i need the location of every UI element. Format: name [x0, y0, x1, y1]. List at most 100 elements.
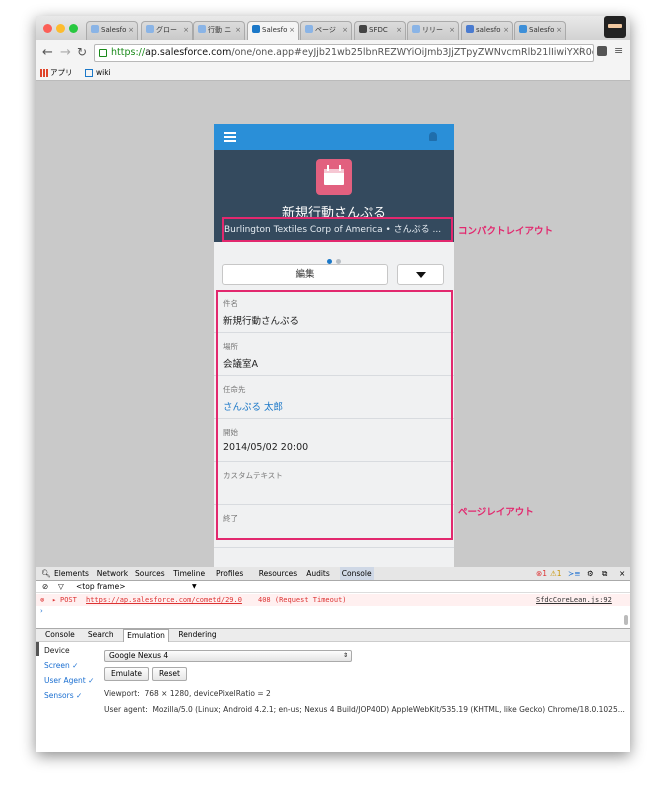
dock-icon[interactable]: ⧉	[602, 567, 607, 580]
browser-tab[interactable]: Salesfo ×	[247, 21, 299, 40]
devtools-panel-audits[interactable]: Audits	[306, 567, 330, 580]
app-header	[214, 124, 454, 150]
devtools-panel-bar: 🔍︎ Elements Network Sources Timeline Profile…	[36, 567, 630, 581]
error-status: 408 (Request Timeout)	[258, 596, 347, 604]
devtools-panel-profiles[interactable]: Profiles	[216, 567, 243, 580]
bookmark-wiki[interactable]: wiki	[96, 66, 111, 80]
error-source-link[interactable]: SfdcCoreLean.js:92	[536, 594, 612, 606]
error-count-badge[interactable]: ⊗ 1	[536, 567, 547, 580]
browser-tab[interactable]: SFDC ×	[354, 21, 406, 40]
url-host: ap.salesforce.com	[145, 47, 232, 58]
tab-close-icon[interactable]: ×	[503, 22, 509, 39]
tab-close-icon[interactable]: ×	[183, 22, 189, 39]
close-devtools-icon[interactable]: ×	[619, 567, 625, 580]
console-drawer-icon[interactable]: ≻≡	[568, 567, 581, 580]
bookmarks-bar: アプリ wiki	[36, 66, 630, 81]
devtools-panel-elements[interactable]: Elements	[54, 567, 89, 580]
settings-gear-icon[interactable]: ⚙	[587, 567, 594, 580]
scrollbar-thumb[interactable]	[624, 615, 628, 625]
tab-label: SFDC	[369, 26, 388, 34]
frame-dropdown-icon[interactable]: ▼	[192, 581, 197, 592]
tab-favicon-icon	[412, 25, 420, 33]
calendar-icon	[316, 159, 352, 195]
forward-arrow-icon[interactable]: →	[60, 45, 71, 60]
drawer-tab-search[interactable]: Search	[85, 629, 117, 641]
browser-tab[interactable]: グロー ×	[141, 21, 193, 40]
search-icon[interactable]: 🔍︎	[41, 567, 51, 580]
tab-favicon-icon	[252, 25, 260, 33]
emulation-sidebar-item[interactable]: Screen ✓	[44, 661, 78, 670]
browser-tab[interactable]: Salesfo ×	[86, 21, 138, 40]
browser-tab[interactable]: リリー ×	[407, 21, 459, 40]
tab-close-icon[interactable]: ×	[396, 22, 402, 39]
tab-strip: Salesfo × グロー × 行動 ニ × Salesfo × ページ × SFDC × リリー × sa…	[36, 16, 630, 40]
tab-label: Salesfo	[101, 26, 127, 34]
devtools-panel-timeline[interactable]: Timeline	[173, 567, 205, 580]
browser-tab[interactable]: salesfo ×	[461, 21, 513, 40]
browser-tab[interactable]: 行動 ニ ×	[193, 21, 245, 40]
tab-close-icon[interactable]: ×	[449, 22, 455, 39]
tab-close-icon[interactable]: ×	[342, 22, 348, 39]
error-url-link[interactable]: https://ap.salesforce.com/cometd/29.0	[86, 594, 242, 606]
devtools-panel-network[interactable]: Network	[97, 567, 128, 580]
page-icon	[85, 69, 93, 77]
bookmark-star-icon[interactable]: ☆	[576, 44, 586, 57]
page-layout-highlight	[216, 290, 453, 540]
tab-favicon-icon	[91, 25, 99, 33]
drawer-tab-console[interactable]: Console	[42, 629, 78, 641]
tab-close-icon[interactable]: ×	[235, 22, 241, 39]
user-agent-info: User agent: Mozilla/5.0 (Linux; Android …	[104, 705, 625, 714]
page-viewport: 新規行動さんぷる Burlington Textiles Corp of Ame…	[36, 81, 630, 567]
device-select[interactable]: Google Nexus 4 ⇕	[104, 650, 352, 662]
browser-tab[interactable]: ページ ×	[300, 21, 352, 40]
notification-bell-icon[interactable]	[429, 132, 437, 141]
tab-close-icon[interactable]: ×	[289, 22, 295, 39]
devtools-panel-resources[interactable]: Resources	[259, 567, 297, 580]
viewport-info: Viewport: 768 × 1280, devicePixelRatio =…	[104, 689, 271, 698]
apps-grid-icon	[40, 69, 48, 77]
lock-icon	[99, 49, 107, 57]
zoom-window-icon[interactable]	[69, 24, 78, 33]
menu-icon[interactable]: ≡	[614, 44, 623, 57]
compact-layout-highlight	[222, 217, 453, 242]
error-method: POST	[60, 596, 77, 604]
devtools-panel-console[interactable]: Console	[339, 567, 374, 580]
clear-console-icon[interactable]: ⊘	[42, 581, 48, 592]
pocket-icon[interactable]	[597, 46, 607, 56]
reset-button[interactable]: Reset	[152, 667, 187, 681]
devtools-panel-sources[interactable]: Sources	[135, 567, 165, 580]
back-arrow-icon[interactable]: ←	[42, 45, 53, 60]
tab-close-icon[interactable]: ×	[556, 22, 562, 39]
warning-count-badge[interactable]: ⚠ 1	[550, 567, 562, 580]
more-actions-button[interactable]	[397, 264, 444, 285]
minimize-window-icon[interactable]	[56, 24, 65, 33]
drawer-tab-rendering[interactable]: Rendering	[175, 629, 219, 641]
browser-tab[interactable]: Salesfo ×	[514, 21, 566, 40]
filter-icon[interactable]: ▽	[58, 581, 64, 592]
tab-label: 行動 ニ	[208, 26, 232, 34]
select-arrows-icon: ⇕	[342, 652, 348, 659]
emulate-button[interactable]: Emulate	[104, 667, 150, 681]
compact-layout-label: コンパクトレイアウト	[458, 226, 554, 237]
tab-label: ページ	[315, 26, 336, 34]
emulation-sidebar-item[interactable]: Sensors ✓	[44, 691, 82, 700]
bookmark-apps[interactable]: アプリ	[50, 66, 73, 80]
console-prompt-icon[interactable]: ›	[40, 607, 43, 615]
user-avatar-icon[interactable]	[604, 16, 626, 38]
tab-close-icon[interactable]: ×	[128, 22, 134, 39]
emulation-sidebar-item[interactable]: User Agent ✓	[44, 676, 94, 685]
tab-label: リリー	[422, 26, 443, 34]
tab-label: Salesfo	[262, 26, 288, 34]
drawer-tab-emulation[interactable]: Emulation	[123, 629, 169, 642]
hamburger-menu-icon[interactable]	[224, 132, 236, 142]
close-window-icon[interactable]	[43, 24, 52, 33]
address-bar[interactable]: https://ap.salesforce.com/one/one.app#ey…	[94, 44, 594, 62]
edit-button[interactable]: 編集	[222, 264, 388, 285]
tab-label: salesfo	[476, 26, 501, 34]
frame-selector[interactable]: <top frame>	[76, 581, 125, 592]
console-toolbar: ⊘ ▽ <top frame> ▼	[36, 581, 630, 593]
reload-icon[interactable]: ↻	[77, 45, 87, 59]
expand-caret-icon[interactable]: ▸	[52, 594, 56, 606]
tab-favicon-icon	[305, 25, 313, 33]
emulation-sidebar-item[interactable]: Device	[44, 646, 70, 655]
